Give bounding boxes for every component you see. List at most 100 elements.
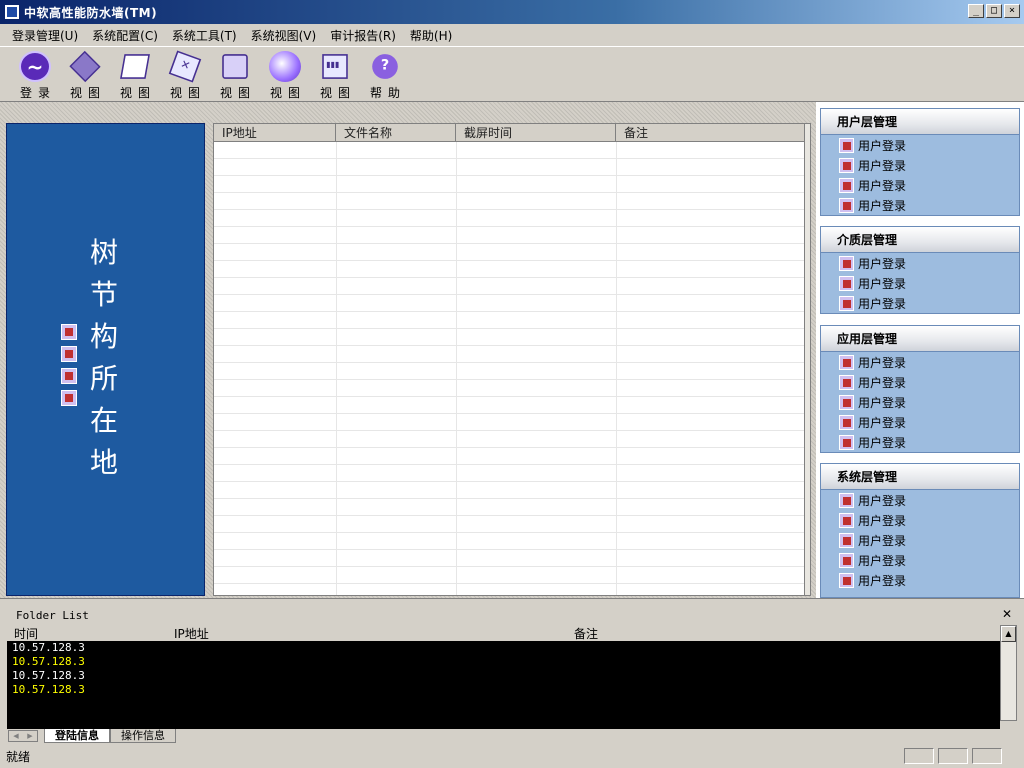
- close-icon[interactable]: ✕: [1002, 607, 1012, 621]
- toolbar-view-button-1[interactable]: 视图: [60, 47, 110, 101]
- section-system-layer: 系统层管理 用户登录 用户登录 用户登录 用户登录 用户登录: [820, 463, 1020, 598]
- grid-body[interactable]: [214, 142, 810, 595]
- section-title[interactable]: 系统层管理: [821, 464, 1019, 490]
- toolbar-help-button[interactable]: 帮助: [360, 47, 410, 101]
- section-item-label: 用户登录: [858, 415, 907, 430]
- menu-help[interactable]: 帮助(H): [410, 27, 452, 44]
- section-title[interactable]: 介质层管理: [821, 227, 1019, 253]
- toolbar-label: 视图: [169, 86, 206, 100]
- user-login-icon: [839, 197, 854, 213]
- log-header: 时间 IP地址 备注: [14, 625, 1004, 641]
- tab-next-icon[interactable]: ▶: [23, 731, 37, 741]
- scroll-up-icon[interactable]: ▲: [1001, 626, 1016, 642]
- section-title[interactable]: 用户层管理: [821, 109, 1019, 135]
- section-item-label: 用户登录: [858, 573, 907, 588]
- menu-audit[interactable]: 审计报告(R): [330, 27, 396, 44]
- section-item[interactable]: 用户登录: [821, 155, 1019, 175]
- section-title[interactable]: 应用层管理: [821, 326, 1019, 352]
- grid-scrollbar[interactable]: [804, 124, 810, 595]
- section-item[interactable]: 用户登录: [821, 293, 1019, 313]
- log-col-ip[interactable]: IP地址: [174, 625, 209, 642]
- section-item[interactable]: 用户登录: [821, 530, 1019, 550]
- log-row: 10.57.128.3: [12, 669, 85, 682]
- section-item[interactable]: 用户登录: [821, 372, 1019, 392]
- user-login-icon: [839, 512, 854, 528]
- tree-icons: [61, 324, 77, 406]
- view-icon: [168, 50, 202, 83]
- user-login-icon: [839, 295, 854, 311]
- status-cell: [904, 748, 934, 764]
- tab-prev-icon[interactable]: ◀: [9, 731, 23, 741]
- title-bar: 中软高性能防水墙(TM) _ □ ×: [0, 0, 1024, 24]
- edit-icon[interactable]: [61, 368, 77, 384]
- screenshot-grid: IP地址 文件名称 截屏时间 备注: [213, 123, 811, 596]
- status-text: 就绪: [6, 749, 31, 764]
- menu-view[interactable]: 系统视图(V): [251, 27, 317, 44]
- status-bar: 就绪: [0, 744, 1024, 768]
- section-item-label: 用户登录: [858, 375, 907, 390]
- log-col-time[interactable]: 时间: [14, 625, 38, 642]
- user-login-icon: [839, 492, 854, 508]
- folder-icon[interactable]: [61, 390, 77, 406]
- close-button[interactable]: ×: [1004, 4, 1020, 18]
- log-row: 10.57.128.3: [12, 683, 85, 696]
- grid-col-note[interactable]: 备注: [616, 124, 806, 141]
- toolbar-label: 帮助: [369, 86, 406, 100]
- section-item-label: 用户登录: [858, 296, 907, 311]
- section-item[interactable]: 用户登录: [821, 510, 1019, 530]
- login-icon: [19, 51, 51, 82]
- section-item[interactable]: 用户登录: [821, 352, 1019, 372]
- log-tabs: ◀ ▶ 登陆信息 操作信息: [8, 729, 1018, 743]
- menu-config[interactable]: 系统配置(C): [92, 27, 158, 44]
- section-app-layer: 应用层管理 用户登录 用户登录 用户登录 用户登录 用户登录: [820, 325, 1020, 453]
- tab-operation-info[interactable]: 操作信息: [110, 729, 176, 743]
- user-icon[interactable]: [61, 324, 77, 340]
- section-item[interactable]: 用户登录: [821, 135, 1019, 155]
- search-icon[interactable]: [61, 346, 77, 362]
- section-item[interactable]: 用户登录: [821, 490, 1019, 510]
- grid-col-ip[interactable]: IP地址: [214, 124, 336, 141]
- user-login-icon: [839, 374, 854, 390]
- grid-col-filename[interactable]: 文件名称: [336, 124, 456, 141]
- view-icon: [69, 50, 101, 83]
- section-item-label: 用户登录: [858, 178, 907, 193]
- grid-header: IP地址 文件名称 截屏时间 备注: [214, 124, 810, 142]
- view-icon: [222, 54, 248, 79]
- toolbar-view-button-5[interactable]: 视图: [260, 47, 310, 101]
- toolbar-view-button-2[interactable]: 视图: [110, 47, 160, 101]
- section-item[interactable]: 用户登录: [821, 392, 1019, 412]
- bottom-panel: Folder List ✕ 时间 IP地址 备注 10.57.128.3 10.…: [0, 598, 1024, 744]
- grid-column-line: [616, 142, 617, 595]
- section-item-label: 用户登录: [858, 198, 907, 213]
- section-item[interactable]: 用户登录: [821, 550, 1019, 570]
- log-col-note[interactable]: 备注: [574, 625, 598, 642]
- user-login-icon: [839, 275, 854, 291]
- minimize-button[interactable]: _: [968, 4, 984, 18]
- section-item[interactable]: 用户登录: [821, 412, 1019, 432]
- section-item[interactable]: 用户登录: [821, 432, 1019, 452]
- status-cells: [904, 748, 1002, 764]
- user-login-icon: [839, 157, 854, 173]
- section-item[interactable]: 用户登录: [821, 253, 1019, 273]
- log-scrollbar[interactable]: ▲: [1000, 625, 1017, 721]
- section-item-label: 用户登录: [858, 276, 907, 291]
- toolbar-view-button-4[interactable]: 视图: [210, 47, 260, 101]
- log-console[interactable]: 10.57.128.3 10.57.128.3 10.57.128.3 10.5…: [7, 641, 1000, 729]
- grid-col-time[interactable]: 截屏时间: [456, 124, 616, 141]
- help-icon: [372, 54, 398, 79]
- toolbar-login-button[interactable]: 登录: [10, 47, 60, 101]
- menu-login[interactable]: 登录管理(U): [12, 27, 78, 44]
- toolbar-view-button-6[interactable]: 视图: [310, 47, 360, 101]
- user-login-icon: [839, 137, 854, 153]
- section-item[interactable]: 用户登录: [821, 570, 1019, 590]
- menu-tools[interactable]: 系统工具(T): [172, 27, 237, 44]
- section-item[interactable]: 用户登录: [821, 175, 1019, 195]
- user-login-icon: [839, 177, 854, 193]
- tab-login-info[interactable]: 登陆信息: [44, 729, 110, 743]
- tab-navigator[interactable]: ◀ ▶: [8, 730, 38, 742]
- maximize-button[interactable]: □: [986, 4, 1002, 18]
- section-item[interactable]: 用户登录: [821, 195, 1019, 215]
- section-item[interactable]: 用户登录: [821, 273, 1019, 293]
- log-row: 10.57.128.3: [12, 641, 85, 654]
- toolbar-view-button-3[interactable]: 视图: [160, 47, 210, 101]
